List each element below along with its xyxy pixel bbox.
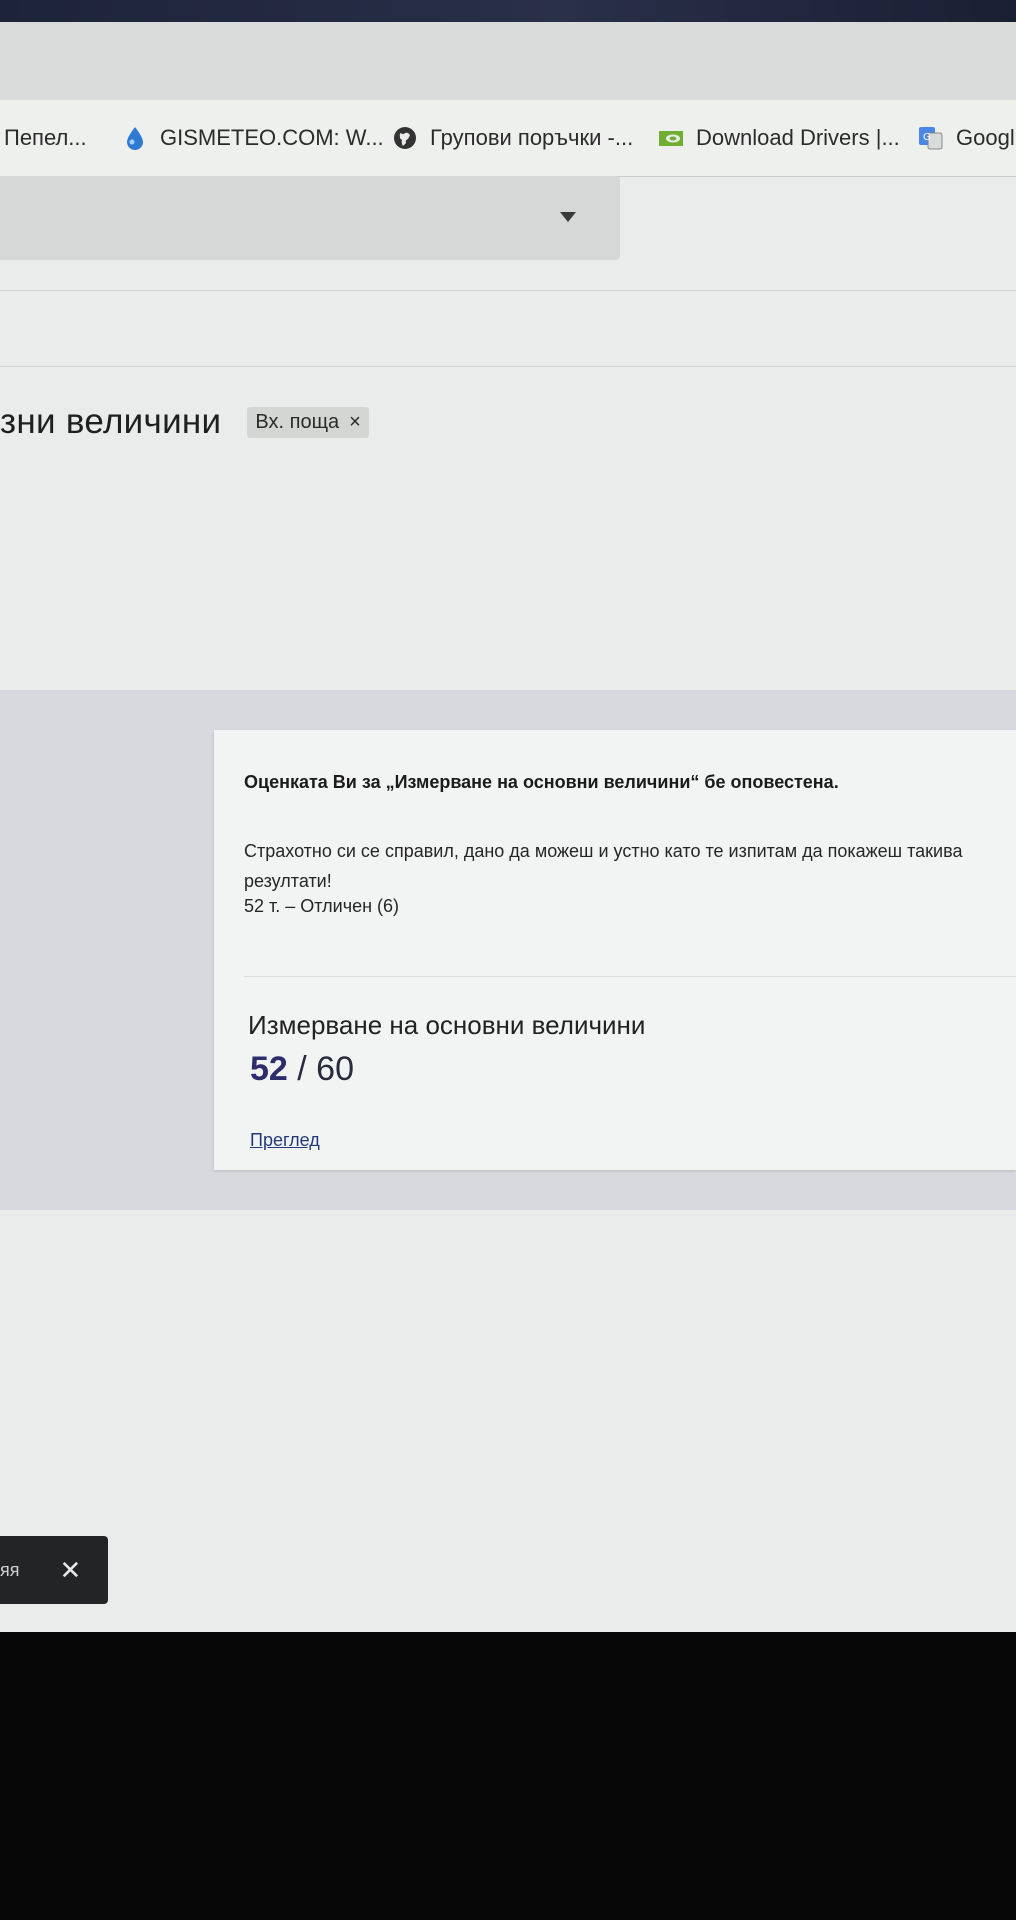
monitor-bezel-bottom	[0, 1632, 1016, 1920]
bookmark-pepel[interactable]: Пепел...	[4, 122, 87, 154]
score-got: 52	[250, 1050, 288, 1088]
divider	[0, 366, 1016, 367]
bookmark-group-orders[interactable]: Групови поръчки -...	[392, 122, 633, 154]
google-translate-icon: G	[918, 125, 944, 151]
close-icon[interactable]: ×	[349, 411, 361, 434]
card-heading: Оценката Ви за „Измерване на основни вел…	[244, 772, 839, 792]
bookmark-google[interactable]: G Googl	[918, 122, 1015, 154]
svg-text:G: G	[923, 132, 931, 143]
nvidia-icon	[658, 125, 684, 151]
bookmark-label: Пепел...	[4, 125, 87, 150]
quiz-name: Измерване на основни величини	[248, 1010, 646, 1040]
snackbar: яя ✕	[0, 1536, 108, 1604]
quiz-score: 52 / 60	[250, 1050, 354, 1089]
divider	[0, 290, 1016, 291]
chevron-down-icon[interactable]	[560, 212, 576, 222]
browser-toolbar	[0, 22, 1016, 100]
drop-icon	[122, 125, 148, 151]
bookmark-label: Googl	[956, 125, 1015, 150]
chip-label: Вх. поща	[255, 410, 340, 433]
search-mail-input[interactable]	[0, 176, 620, 260]
snackbar-text: яя	[0, 1559, 20, 1580]
grade-notification-card: Оценката Ви за „Измерване на основни вел…	[214, 730, 1016, 1170]
bookmark-label: GISMETEO.COM: W...	[160, 125, 384, 150]
bookmark-gismeteo[interactable]: GISMETEO.COM: W...	[122, 122, 384, 154]
subject-title: зни величини	[0, 402, 222, 441]
score-separator: /	[287, 1050, 317, 1088]
teacher-message: Страхотно си се справил, дано да можеш и…	[244, 841, 963, 891]
bookmark-download-drivers[interactable]: Download Drivers |...	[658, 122, 900, 154]
email-subject: зни величини Вх. поща ×	[0, 397, 369, 447]
review-link[interactable]: Преглед	[250, 1130, 320, 1151]
globe-icon	[392, 125, 418, 151]
bookmark-label: Download Drivers |...	[696, 125, 900, 150]
bookmarks-bar: Пепел... GISMETEO.COM: W... Групови поръ…	[0, 100, 1016, 177]
browser-screen: Пепел... GISMETEO.COM: W... Групови поръ…	[0, 22, 1016, 1632]
bookmark-label: Групови поръчки -...	[430, 125, 634, 150]
divider	[244, 976, 1016, 977]
inbox-label-chip: Вх. поща ×	[247, 406, 369, 438]
grade-line: 52 т. – Отличен (6)	[244, 896, 400, 916]
score-total: 60	[316, 1050, 354, 1088]
close-icon[interactable]: ✕	[60, 1555, 82, 1586]
